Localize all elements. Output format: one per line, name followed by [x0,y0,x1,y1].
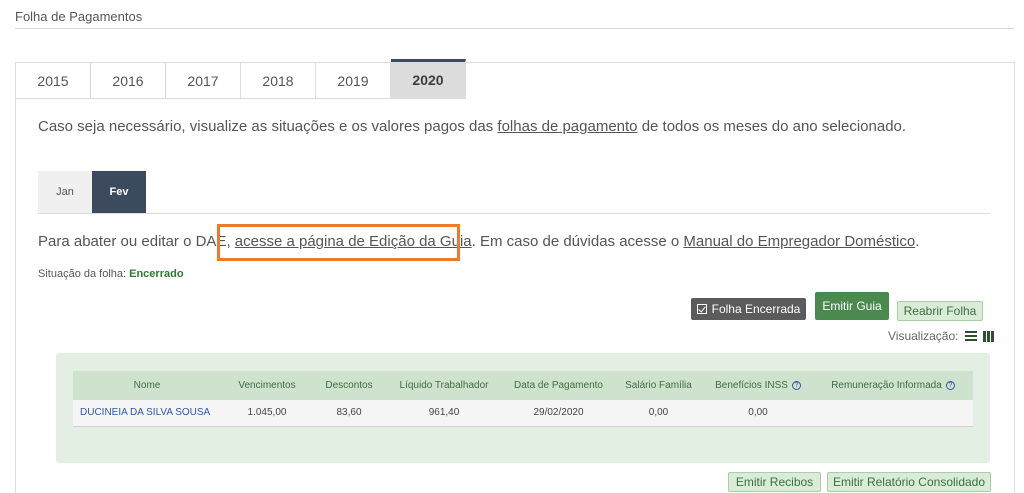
view-switcher: Visualização: [888,329,995,343]
intro-text: Caso seja necessário, visualize as situa… [38,118,906,135]
column-header-descontos: Descontos [325,380,373,391]
folha-encerrada-label: Folha Encerrada [711,302,801,316]
table-cell: 961,40 [428,407,460,419]
payroll-status: Situação da folha: Encerrado [38,268,184,280]
tab-year-2015[interactable]: 2015 [16,63,91,99]
column-header-remuneracao: Remuneração Informada? [813,371,973,400]
status-value: Encerrado [129,268,184,280]
table-header-row: Nome Vencimentos Descontos Líquido Traba… [73,371,973,400]
help-text-middle: . Em caso de dúvidas acesse o [471,233,684,250]
employer-manual-link[interactable]: Manual do Empregador Doméstico [683,233,915,250]
help-icon[interactable]: ? [791,381,801,390]
checkbox-icon [696,304,707,314]
tab-year-2017[interactable]: 2017 [166,63,241,99]
emitir-recibos-button[interactable]: Emitir Recibos [728,472,821,492]
table-cell: 83,60 [336,407,362,419]
header-divider [15,28,1014,29]
payroll-table-card: Nome Vencimentos Descontos Líquido Traba… [56,353,990,463]
intro-text-start: Caso seja necessário, visualize as situa… [38,118,498,135]
column-header-beneficios-inss: Benefícios INSS? [703,371,813,400]
page-title: Folha de Pagamentos [15,9,143,24]
column-header-liquido: Líquido Trabalhador [399,380,489,391]
month-tabs: Jan Fev [38,171,146,213]
help-text: Para abater ou editar o DAE, acesse a pá… [38,233,919,250]
tab-year-2019[interactable]: 2019 [316,63,391,99]
tab-month-jan[interactable]: Jan [38,171,92,213]
payroll-table-wrapper: Nome Vencimentos Descontos Líquido Traba… [73,371,973,427]
help-text-end: . [915,233,920,250]
table-cell: 0,00 [748,407,768,419]
payroll-table: Nome Vencimentos Descontos Líquido Traba… [73,371,973,427]
tab-year-2018[interactable]: 2018 [241,63,316,99]
reabrir-folha-button[interactable]: Reabrir Folha [897,301,983,321]
emitir-relatorio-button[interactable]: Emitir Relatório Consolidado [827,472,991,492]
help-icon[interactable]: ? [945,381,955,390]
grid-view-icon[interactable] [982,330,995,342]
column-header-data-pagamento: Data de Pagamento [514,380,603,391]
beneficios-inss-label: Benefícios INSS [715,380,788,391]
column-header-nome: Nome [133,380,161,391]
tab-month-fev[interactable]: Fev [92,171,146,213]
edit-guide-link[interactable]: acesse a página de Edição da Guia [235,233,472,250]
column-header-salario-familia: Salário Família [625,380,692,391]
help-text-start: Para abater ou editar o DAE, [38,233,235,250]
table-cell: 29/02/2020 [533,407,584,419]
employee-name-link[interactable]: DUCINEIA DA SILVA SOUSA [73,400,221,426]
table-cell: 0,00 [648,407,669,419]
tab-year-2020[interactable]: 2020 [391,59,466,99]
remuneracao-label: Remuneração Informada [831,380,942,391]
list-view-icon[interactable] [964,330,977,342]
table-row: DUCINEIA DA SILVA SOUSA 1.045,00 83,60 9… [73,400,973,426]
view-label: Visualização: [888,329,959,343]
tab-year-2016[interactable]: 2016 [91,63,166,99]
payroll-link[interactable]: folhas de pagamento [497,118,637,135]
month-divider [38,213,990,214]
column-header-vencimentos: Vencimentos [238,380,296,391]
folha-encerrada-button[interactable]: Folha Encerrada [691,298,806,320]
table-cell: 1.045,00 [247,407,287,419]
emitir-guia-button[interactable]: Emitir Guia [815,292,889,320]
year-tabs: 2015 2016 2017 2018 2019 2020 [16,59,466,99]
status-label: Situação da folha: [38,268,130,280]
payroll-panel: 2015 2016 2017 2018 2019 2020 Caso seja … [15,59,1015,493]
intro-text-end: de todos os meses do ano selecionado. [637,118,907,135]
table-cell [813,400,973,426]
